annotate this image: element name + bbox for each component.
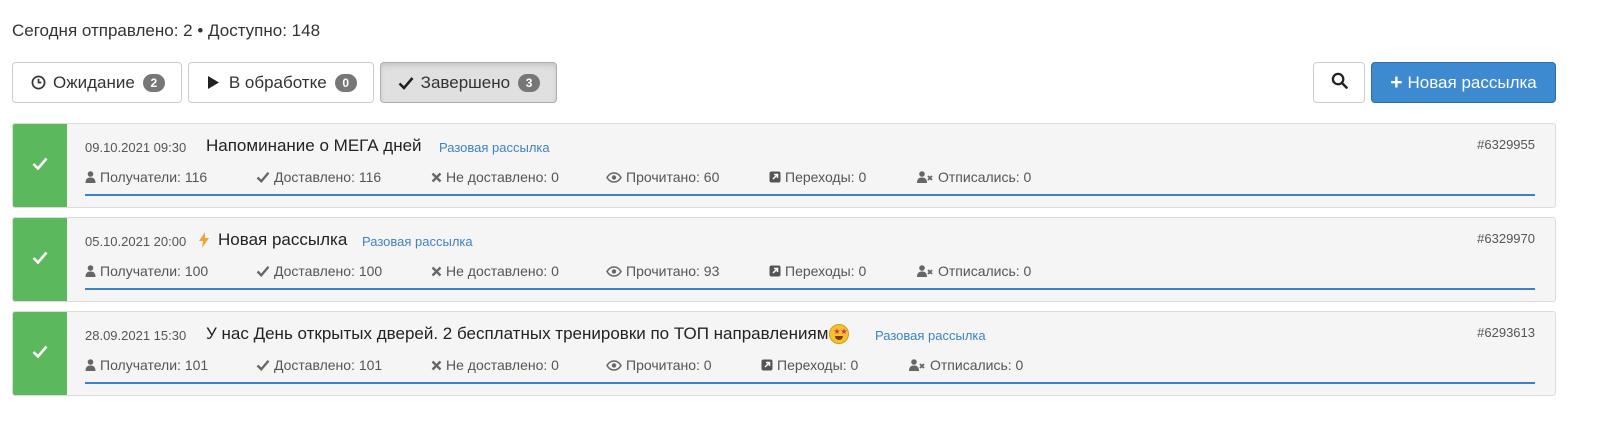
metric-clicks: Переходы: 0	[769, 263, 866, 279]
stats-line: Сегодня отправлено: 2 • Доступно: 148	[12, 21, 320, 41]
clock-icon	[29, 74, 47, 92]
external-link-icon	[761, 359, 773, 371]
sent-today: Сегодня отправлено: 2	[12, 21, 193, 40]
user-times-icon	[917, 265, 933, 277]
user-icon	[85, 171, 96, 183]
star-struck-emoji-icon: ★ ★	[829, 324, 850, 344]
check-icon	[256, 266, 270, 277]
metric-delivered: Доставлено: 116	[256, 169, 381, 185]
check-icon	[256, 172, 270, 183]
tab-completed-label: Завершено	[420, 72, 511, 92]
status-done-indicator	[13, 218, 67, 301]
metric-delivered: Доставлено: 101	[256, 357, 382, 373]
mailing-date: 28.09.2021 15:30	[85, 328, 187, 343]
user-icon	[85, 265, 96, 277]
plus-icon: +	[1390, 71, 1403, 94]
metric-recipients: Получатели: 116	[85, 169, 207, 185]
tab-completed-count: 3	[518, 73, 541, 92]
available-count: Доступно: 148	[208, 21, 321, 40]
status-done-indicator	[13, 312, 67, 395]
mailing-metrics: Получатели: 101 Доставлено: 101 Не доста…	[85, 357, 1545, 377]
mailing-title-wrap: Новая рассылка	[199, 230, 347, 250]
metric-not-delivered: Не доставлено: 0	[431, 169, 559, 185]
user-icon	[85, 359, 96, 371]
tab-completed[interactable]: Завершено 3	[379, 62, 558, 103]
mailing-card[interactable]: 09.10.2021 09:30 Напоминание о МЕГА дней…	[12, 123, 1556, 208]
metric-read: Прочитано: 93	[606, 263, 719, 279]
mailing-type-link[interactable]: Разовая рассылка	[439, 140, 550, 155]
tab-processing-count: 0	[334, 73, 357, 92]
new-mailing-label: Новая рассылка	[1407, 72, 1537, 92]
status-tabs: Ожидание 2 В обработке 0 Завершено 3	[12, 62, 558, 103]
metric-unsubscribed: Отписались: 0	[917, 169, 1031, 185]
external-link-icon	[769, 265, 781, 277]
user-times-icon	[909, 359, 925, 371]
tab-waiting-label: Ожидание	[53, 72, 135, 92]
new-mailing-button[interactable]: + Новая рассылка	[1371, 62, 1556, 103]
external-link-icon	[769, 171, 781, 183]
mailing-id: #6329970	[1477, 231, 1535, 246]
metric-read: Прочитано: 60	[606, 169, 719, 185]
mailing-type-link[interactable]: Разовая рассылка	[875, 328, 986, 343]
status-done-indicator	[13, 124, 67, 207]
mailing-metrics: Получатели: 116 Доставлено: 116 Не доста…	[85, 169, 1545, 189]
eye-icon	[606, 171, 622, 183]
mailing-id: #6329955	[1477, 137, 1535, 152]
metric-unsubscribed: Отписались: 0	[909, 357, 1023, 373]
metric-clicks: Переходы: 0	[761, 357, 858, 373]
eye-icon	[606, 359, 622, 371]
tab-waiting[interactable]: Ожидание 2	[12, 62, 182, 103]
user-times-icon	[917, 171, 933, 183]
tab-waiting-count: 2	[142, 73, 165, 92]
mailing-metrics: Получатели: 100 Доставлено: 100 Не доста…	[85, 263, 1545, 283]
mailings-page: Сегодня отправлено: 2 • Доступно: 148 Ож…	[0, 0, 1619, 433]
search-icon	[1331, 72, 1348, 94]
metric-clicks: Переходы: 0	[769, 169, 866, 185]
mailing-title[interactable]: У нас День открытых дверей. 2 бесплатных…	[206, 324, 828, 344]
metric-not-delivered: Не доставлено: 0	[431, 263, 559, 279]
times-icon	[431, 172, 442, 182]
metric-not-delivered: Не доставлено: 0	[431, 357, 559, 373]
tab-processing-label: В обработке	[228, 72, 327, 92]
metric-recipients: Получатели: 101	[85, 357, 208, 373]
stats-separator: •	[192, 21, 209, 40]
tab-processing[interactable]: В обработке 0	[187, 62, 374, 103]
mailing-title[interactable]: Напоминание о МЕГА дней	[206, 136, 422, 156]
metric-read: Прочитано: 0	[606, 357, 712, 373]
mailing-title-wrap: У нас День открытых дверей. 2 бесплатных…	[206, 324, 850, 344]
times-icon	[431, 360, 442, 370]
search-button[interactable]	[1313, 62, 1365, 103]
delivery-progress-bar	[85, 382, 1535, 384]
times-icon	[431, 266, 442, 276]
eye-icon	[606, 265, 622, 277]
check-icon	[32, 157, 48, 175]
mailing-date: 05.10.2021 20:00	[85, 234, 187, 249]
delivery-progress-bar	[85, 194, 1535, 196]
mailing-id: #6293613	[1477, 325, 1535, 340]
mailing-type-link[interactable]: Разовая рассылка	[362, 234, 473, 249]
metric-unsubscribed: Отписались: 0	[917, 263, 1031, 279]
check-icon	[256, 360, 270, 371]
metric-recipients: Получатели: 100	[85, 263, 208, 279]
check-icon	[32, 345, 48, 363]
check-icon	[32, 251, 48, 269]
mailing-title[interactable]: Новая рассылка	[218, 230, 347, 250]
mailing-date: 09.10.2021 09:30	[85, 140, 187, 155]
metric-delivered: Доставлено: 100	[256, 263, 382, 279]
play-icon	[205, 74, 223, 92]
bolt-icon	[199, 232, 209, 248]
mailing-card[interactable]: 05.10.2021 20:00 Новая рассылка Разовая …	[12, 217, 1556, 302]
check-icon	[397, 74, 415, 92]
delivery-progress-bar	[85, 288, 1535, 290]
mailing-card[interactable]: 28.09.2021 15:30 У нас День открытых две…	[12, 311, 1556, 396]
